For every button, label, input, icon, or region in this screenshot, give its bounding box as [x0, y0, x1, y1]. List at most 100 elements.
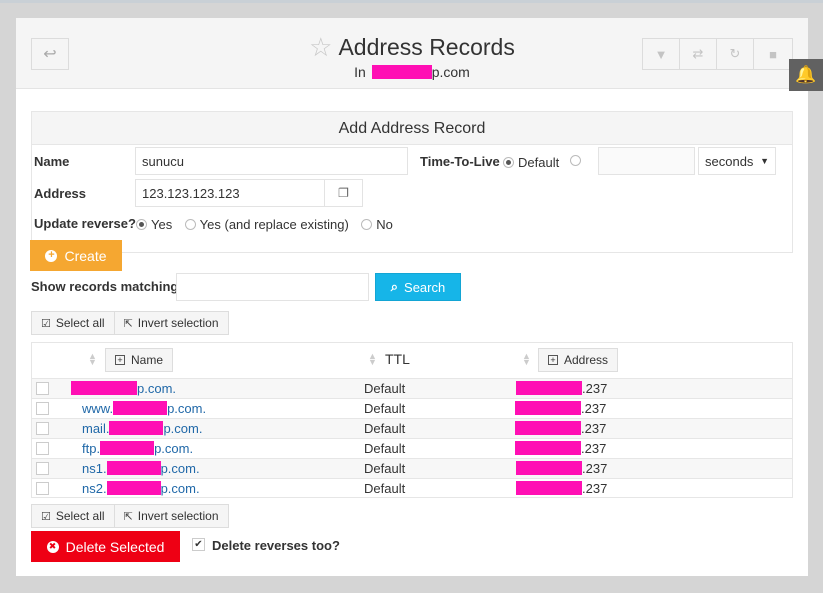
row-checkbox[interactable] [36, 422, 49, 435]
retweet-button[interactable]: ⇄ [680, 39, 717, 69]
bell-icon: 🔔 [795, 65, 817, 84]
filter-button[interactable]: ▼ [643, 39, 680, 69]
check-icon: ✔ [194, 539, 203, 550]
sort-icon[interactable]: ▲ ▼ [88, 352, 97, 367]
copy-button[interactable]: ❐ [324, 179, 363, 207]
ttl-default-label: Default [518, 155, 560, 170]
record-address: .237 [516, 381, 607, 396]
column-address-button[interactable]: + Address [538, 348, 619, 372]
delete-reverses-label: Delete reverses too? [212, 538, 340, 553]
redacted [515, 401, 581, 415]
sort-icon[interactable]: ▲ ▼ [522, 352, 531, 367]
delete-selected-button[interactable]: ✖ Delete Selected [31, 531, 180, 562]
create-button[interactable]: + Create [30, 240, 122, 271]
row-checkbox[interactable] [36, 462, 49, 475]
select-all-button-top[interactable]: ☑ Select all [32, 312, 115, 334]
search-label: Show records matching: [31, 279, 183, 294]
table-row: p.com. Default .237 [32, 379, 792, 399]
redacted [516, 481, 582, 495]
redacted [515, 421, 581, 435]
refresh-icon: ↻ [729, 46, 741, 61]
ttl-unit-value: seconds [705, 153, 754, 169]
search-input[interactable] [176, 273, 369, 301]
redacted [106, 481, 161, 495]
row-checkbox[interactable] [36, 482, 49, 495]
redacted [516, 461, 582, 475]
square-button[interactable]: ■ [754, 39, 792, 69]
table-row: ns2. p.com. Default .237 [32, 479, 792, 499]
refresh-button[interactable]: ↻ [717, 39, 754, 69]
ttl-input[interactable] [598, 147, 695, 175]
redacted [516, 381, 582, 395]
reverse-no-label: No [376, 217, 393, 232]
records-table: ▲ ▼ + Name ▲ ▼ TTL ▲ ▼ + Address p.com. Defau… [31, 342, 793, 498]
address-input[interactable]: 123.123.123.123 [135, 179, 325, 207]
star-icon[interactable]: ☆ [309, 32, 332, 62]
table-row: ns1. p.com. Default .237 [32, 459, 792, 479]
select-all-label: Select all [55, 509, 105, 523]
ttl-custom-radio[interactable] [570, 155, 581, 166]
column-ttl-label[interactable]: TTL [385, 351, 410, 367]
record-name[interactable]: ns2. p.com. [82, 481, 200, 496]
invert-selection-button-top[interactable]: ⇱ Invert selection [115, 312, 228, 334]
search-label-text: Search [404, 279, 446, 295]
record-name[interactable]: ftp. p.com. [82, 441, 193, 456]
plus-circle-icon: + [45, 249, 58, 262]
redacted [100, 441, 155, 455]
column-address-label: Address [564, 353, 609, 367]
header-toolbar: ▼ ⇄ ↻ ■ [642, 38, 793, 70]
record-name[interactable]: www. p.com. [82, 401, 206, 416]
delete-label: Delete Selected [65, 538, 165, 555]
ttl-unit-select[interactable]: seconds ▼ [698, 147, 776, 175]
record-ttl: Default [364, 421, 406, 436]
ttl-default-option[interactable]: Default [503, 154, 567, 172]
record-name[interactable]: mail. p.com. [82, 421, 202, 436]
record-address: .237 [515, 401, 606, 416]
create-label: Create [64, 247, 107, 264]
record-address: .237 [515, 441, 606, 456]
invert-label: Invert selection [137, 316, 219, 330]
add-record-form: Add Address Record Name sunucu Time-To-L… [31, 111, 793, 253]
select-all-label: Select all [55, 316, 105, 330]
ttl-default-radio[interactable] [503, 157, 514, 168]
address-label: Address [34, 186, 87, 201]
search-button[interactable]: ⌕ Search [375, 273, 461, 301]
name-label: Name [34, 154, 70, 169]
redacted [109, 421, 164, 435]
table-body: p.com. Default .237 www. p.com. Default .… [32, 379, 792, 499]
filter-icon: ▼ [654, 46, 668, 62]
record-address: .237 [516, 461, 607, 476]
sort-icon[interactable]: ▲ ▼ [368, 352, 377, 367]
bottom-selection-buttons: ☑ Select all ⇱ Invert selection [31, 504, 229, 528]
reverse-replace-radio[interactable] [184, 219, 196, 230]
invert-selection-button-bottom[interactable]: ⇱ Invert selection [115, 505, 228, 527]
caret-down-icon: ▼ [760, 156, 769, 166]
square-icon: ■ [769, 46, 777, 62]
redacted [106, 461, 161, 475]
record-name[interactable]: p.com. [71, 381, 176, 396]
row-checkbox[interactable] [36, 402, 49, 415]
subtitle-domain: p.com [431, 64, 470, 80]
record-ttl: Default [364, 461, 406, 476]
select-all-button-bottom[interactable]: ☑ Select all [32, 505, 115, 527]
record-address: .237 [516, 481, 607, 496]
update-reverse-label: Update reverse? [34, 216, 136, 231]
record-name[interactable]: ns1. p.com. [82, 461, 200, 476]
browser-top-edge [0, 0, 823, 3]
notifications-button[interactable]: 🔔 [789, 59, 823, 91]
redacted [113, 401, 168, 415]
column-name-button[interactable]: + Name [105, 348, 174, 372]
share-square-icon: ⇱ [123, 510, 133, 523]
delete-reverses-checkbox[interactable]: ✔ [192, 538, 205, 551]
row-checkbox[interactable] [36, 382, 49, 395]
reverse-no-radio[interactable] [361, 219, 373, 230]
share-square-icon: ⇱ [123, 317, 133, 330]
table-row: www. p.com. Default .237 [32, 399, 792, 419]
row-checkbox[interactable] [36, 442, 49, 455]
table-header: ▲ ▼ + Name ▲ ▼ TTL ▲ ▼ + Address [32, 343, 792, 379]
reverse-yes-radio[interactable] [136, 219, 147, 230]
record-address: .237 [515, 421, 606, 436]
name-input[interactable]: sunucu [135, 147, 408, 175]
check-square-icon: ☑ [41, 510, 51, 523]
search-icon: ⌕ [390, 279, 399, 294]
